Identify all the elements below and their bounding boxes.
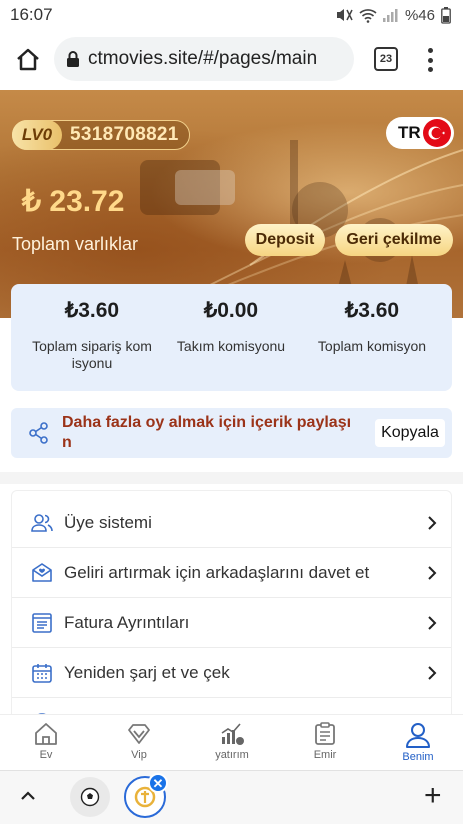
stat-label: Takım komisyonu [176,338,286,354]
nav-label: Benim [402,751,434,763]
share-icon [29,422,48,444]
battery-level: %46 [404,6,435,24]
nav-home[interactable]: Ev [16,721,76,761]
stat-value: ₺3.60 [344,299,400,322]
language-selector[interactable]: TR [386,117,454,149]
chevron-right-icon [428,666,437,680]
close-tab-icon[interactable]: ✕ [148,773,168,793]
nav-investment[interactable]: yatırım [202,721,262,761]
commission-card: ₺3.60 Toplam sipariş kom isyonu ₺0.00 Ta… [11,284,452,391]
deposit-button[interactable]: Deposit [245,224,325,256]
wifi-icon [359,8,377,23]
language-code: TR [398,123,421,142]
mute-icon [336,9,353,21]
chevron-right-icon [428,516,437,530]
browser-tab-strip: ✕ + [0,770,463,824]
menu-item-invoice-details[interactable]: Fatura Ayrıntıları [12,598,451,648]
browser-home-button[interactable] [2,34,54,86]
menu-item-recharge-withdraw[interactable]: Yeniden şarj et ve çek [12,648,451,698]
turkey-flag-icon [423,119,451,147]
order-icon [315,722,335,745]
address-bar[interactable]: ctmovies.site/#/pages/main [54,37,354,81]
copy-button[interactable]: Kopyala [375,419,445,447]
lock-icon [67,51,79,67]
profile-icon [406,723,430,748]
stat-total-order-commission: ₺3.60 Toplam sipariş kom isyonu [21,298,163,372]
user-id-pill: LV0 5318708821 [12,120,190,150]
chart-icon [221,723,244,745]
withdraw-button[interactable]: Geri çekilme [335,224,453,256]
diamond-icon [128,724,150,744]
tab-count: 23 [379,53,393,65]
balance-label: Toplam varlıklar [12,234,139,254]
tab-thumbnail-soccer[interactable] [70,777,110,817]
nav-label: Vip [131,749,147,761]
nav-profile[interactable]: Benim [388,721,448,763]
share-banner: Daha fazla oy almak için içerik paylaşı … [11,408,452,458]
chevron-right-icon [428,566,437,580]
nav-vip[interactable]: Vip [109,721,169,761]
members-icon [31,513,53,532]
stat-total-commission: ₺3.60 Toplam komisyon [304,298,440,355]
status-icons: %46 [335,6,451,24]
section-divider [0,472,463,484]
url-text: ctmovies.site/#/pages/main [88,48,318,69]
new-tab-icon[interactable]: + [424,781,442,811]
browser-menu-button[interactable] [420,44,440,76]
signal-icon [382,9,398,22]
status-time: 16:07 [10,5,53,24]
menu-item-label: Üye sistemi [64,512,152,532]
browser-toolbar: ctmovies.site/#/pages/main 23 [0,30,463,90]
stat-label: Toplam komisyon [317,338,427,354]
home-icon [35,723,57,745]
menu-item-label: Geliri artırmak için arkadaşlarını davet… [64,562,370,582]
nav-label: Emir [313,749,337,761]
menu-item-invite-friends[interactable]: Geliri artırmak için arkadaşlarını davet… [12,548,451,598]
stat-team-commission: ₺0.00 Takım komisyonu [163,298,299,355]
menu-item-label: Fatura Ayrıntıları [64,612,190,632]
stat-label: Toplam sipariş kom isyonu [32,338,152,371]
status-bar: 16:07 %46 [0,0,463,30]
nav-label: yatırım [215,749,249,761]
nav-orders[interactable]: Emir [295,721,355,761]
menu-item-label: Yeniden şarj et ve çek [64,662,230,682]
menu-item-member-system[interactable]: Üye sistemi [12,498,451,548]
bottom-navigation: Ev Vip yatırım Emir Benim [0,714,463,770]
battery-icon [441,6,451,24]
account-menu: Üye sistemi Geliri artırmak için arkadaş… [11,490,452,720]
calendar-icon [32,663,52,683]
level-badge: LV0 [12,120,62,150]
user-id: 5318708821 [70,124,179,145]
nav-label: Ev [39,749,53,761]
soccer-ball-icon [80,787,100,807]
balance-amount: ₺ 23.72 [22,185,125,218]
home-icon [17,48,39,71]
invite-icon [32,562,52,582]
share-text: Daha fazla oy almak için içerik paylaşı … [62,414,352,451]
tab-switcher-button[interactable]: 23 [374,47,398,71]
chevron-right-icon [428,616,437,630]
stat-value: ₺0.00 [203,299,259,322]
stat-value: ₺3.60 [64,299,120,322]
invoice-icon [32,612,52,633]
chevron-up-icon[interactable] [18,786,38,806]
